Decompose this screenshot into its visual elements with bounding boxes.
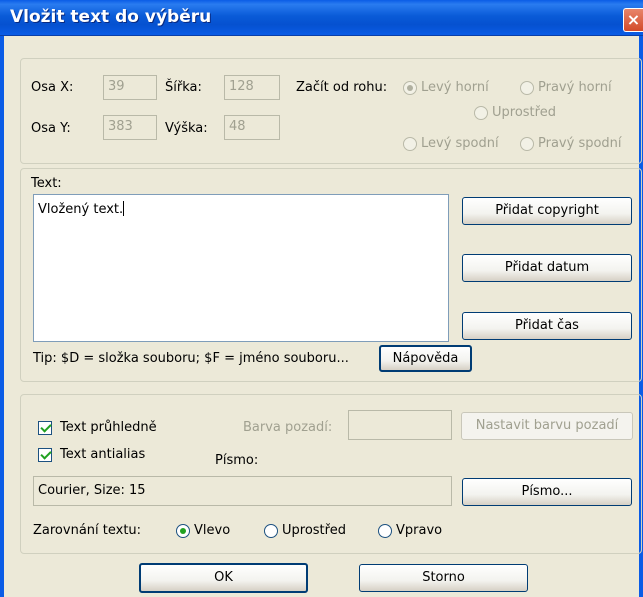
osa-x-label: Osa X: bbox=[31, 80, 74, 95]
sirka-field[interactable]: 128 bbox=[224, 75, 280, 100]
osa-y-label: Osa Y: bbox=[31, 121, 71, 136]
close-icon: × bbox=[626, 10, 641, 29]
sirka-label: Šířka: bbox=[165, 80, 202, 95]
vyska-label: Výška: bbox=[165, 121, 208, 136]
osa-x-field[interactable]: 39 bbox=[103, 75, 157, 100]
set-bg-color-button[interactable]: Nastavit barvu pozadí bbox=[461, 412, 633, 440]
corner-top-right-radio[interactable] bbox=[520, 81, 534, 95]
osa-y-field[interactable]: 383 bbox=[103, 115, 157, 140]
text-caret bbox=[123, 201, 125, 216]
tip-text: Tip: $D = složka souboru; $F = jméno sou… bbox=[33, 351, 349, 366]
window-title: Vložit text do výběru bbox=[10, 7, 212, 27]
corner-top-right-label: Pravý horní bbox=[538, 80, 612, 95]
bg-color-swatch bbox=[348, 410, 452, 440]
corner-label: Začít od rohu: bbox=[296, 80, 388, 95]
align-left-radio[interactable] bbox=[176, 524, 190, 538]
text-input[interactable]: Vložený text. bbox=[33, 194, 449, 342]
corner-bottom-left-radio[interactable] bbox=[403, 137, 417, 151]
corner-center-label: Uprostřed bbox=[492, 105, 556, 120]
text-input-value: Vložený text. bbox=[38, 202, 124, 217]
antialias-checkbox[interactable] bbox=[38, 448, 52, 462]
vyska-field[interactable]: 48 bbox=[224, 115, 280, 140]
align-left-label: Vlevo bbox=[194, 523, 231, 538]
align-center-label: Uprostřed bbox=[282, 523, 346, 538]
bg-color-label: Barva pozadí: bbox=[243, 420, 333, 435]
text-label: Text: bbox=[31, 176, 62, 191]
add-time-button[interactable]: Přidat čas bbox=[462, 312, 632, 340]
align-right-label: Vpravo bbox=[396, 523, 443, 538]
cancel-button[interactable]: Storno bbox=[359, 564, 528, 592]
corner-bottom-right-label: Pravý spodní bbox=[538, 136, 622, 151]
add-date-button[interactable]: Přidat datum bbox=[462, 254, 632, 282]
add-copyright-button[interactable]: Přidat copyright bbox=[462, 197, 632, 225]
font-value-field: Courier, Size: 15 bbox=[33, 476, 452, 506]
title-bar: Vložit text do výběru × bbox=[0, 0, 643, 36]
corner-center-radio[interactable] bbox=[474, 106, 488, 120]
window-frame-left bbox=[0, 36, 4, 597]
align-label: Zarovnání textu: bbox=[33, 523, 142, 538]
font-button[interactable]: Písmo... bbox=[462, 478, 632, 506]
help-button[interactable]: Nápověda bbox=[379, 345, 472, 372]
corner-bottom-left-label: Levý spodní bbox=[421, 136, 499, 151]
corner-bottom-right-radio[interactable] bbox=[520, 137, 534, 151]
antialias-label: Text antialias bbox=[60, 447, 146, 462]
font-label: Písmo: bbox=[215, 453, 259, 468]
align-center-radio[interactable] bbox=[264, 524, 278, 538]
ok-button[interactable]: OK bbox=[139, 563, 308, 593]
close-button[interactable]: × bbox=[623, 8, 643, 32]
align-right-radio[interactable] bbox=[378, 524, 392, 538]
transparent-label: Text průhledně bbox=[60, 420, 157, 435]
corner-top-left-radio[interactable] bbox=[403, 81, 417, 95]
corner-top-left-label: Levý horní bbox=[421, 80, 489, 95]
transparent-checkbox[interactable] bbox=[38, 421, 52, 435]
